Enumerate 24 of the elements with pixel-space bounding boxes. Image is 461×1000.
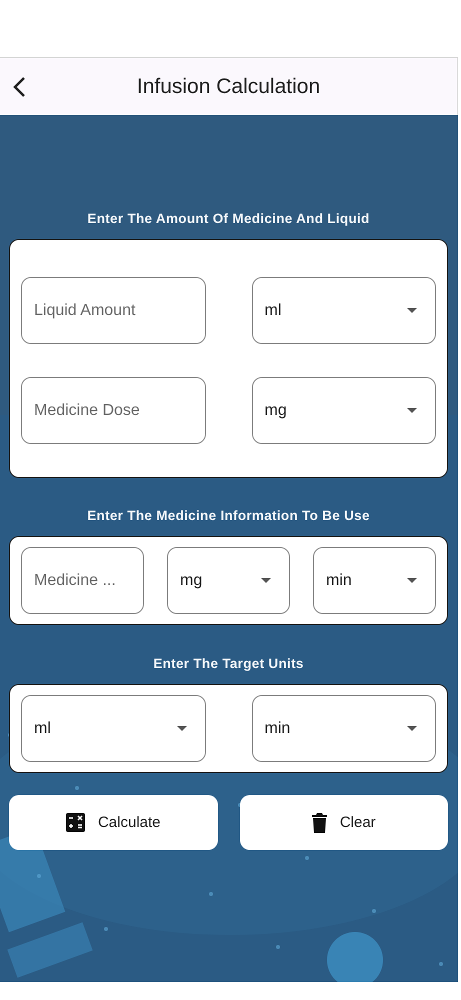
input-field[interactable]: Medicine ... [21, 547, 144, 614]
dropdown[interactable]: mg [252, 377, 436, 444]
dropdown[interactable]: min [252, 695, 436, 762]
dropdown[interactable]: min [313, 547, 436, 614]
section-title: Enter The Target Units [152, 656, 305, 671]
caret-icon [407, 578, 417, 583]
calculate-button[interactable]: Calculate [9, 795, 218, 850]
page-title: Infusion Calculation [136, 74, 322, 98]
caret-icon [407, 308, 417, 313]
caret-icon [261, 578, 271, 583]
caret-icon [407, 726, 417, 731]
input-field[interactable]: Medicine Dose [21, 377, 206, 444]
section-title: Enter The Medicine Information To Be Use [86, 508, 371, 523]
back-icon [12, 76, 26, 98]
clear-button[interactable]: Clear [240, 795, 448, 850]
caret-icon [407, 408, 417, 413]
dropdown[interactable]: mg [167, 547, 290, 614]
dropdown[interactable]: ml [21, 695, 206, 762]
caret-icon [176, 726, 186, 731]
calculator-icon [66, 813, 85, 832]
input-field[interactable]: Liquid Amount [21, 277, 206, 344]
trash-icon [312, 812, 327, 832]
section-title: Enter The Amount Of Medicine And Liquid [86, 211, 371, 226]
dropdown[interactable]: ml [252, 277, 436, 344]
